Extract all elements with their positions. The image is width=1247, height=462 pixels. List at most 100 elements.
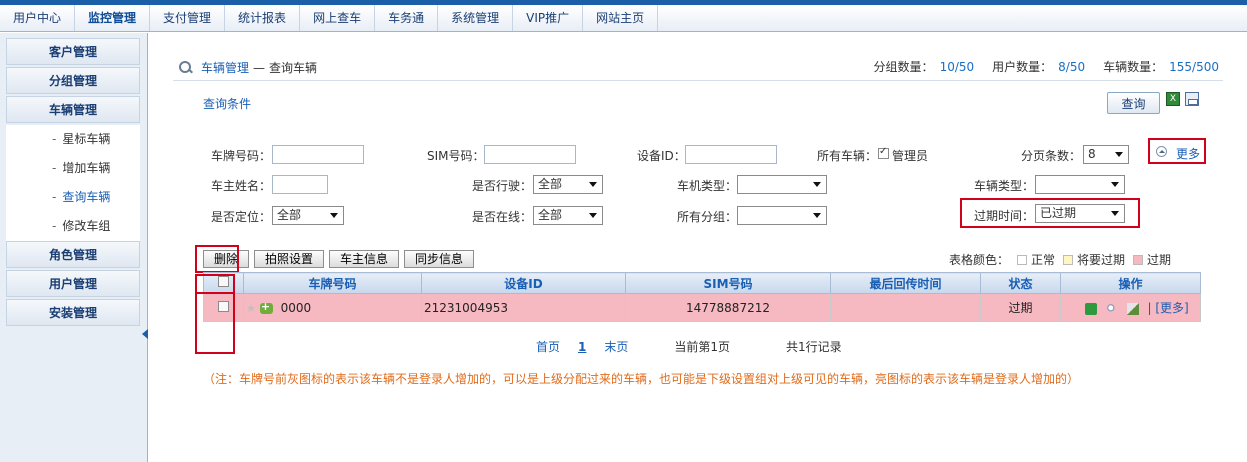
- chevron-down-icon: [813, 213, 821, 218]
- chevron-down-icon: [1111, 182, 1119, 187]
- stat-vehicles: 车辆数量： 155/500: [1103, 58, 1219, 75]
- sim-input[interactable]: [484, 145, 576, 164]
- query-button[interactable]: 查询: [1107, 92, 1160, 114]
- nav-online-check[interactable]: 网上查车: [300, 5, 376, 31]
- page-size-label: 分页条数：: [1021, 149, 1082, 163]
- device-id-input[interactable]: [685, 145, 777, 164]
- located-select[interactable]: 全部: [272, 206, 344, 225]
- vehicle-type-label: 车辆类型：: [974, 179, 1035, 193]
- excel-export-icon[interactable]: X: [1166, 92, 1180, 106]
- col-device-id[interactable]: 设备ID: [421, 272, 626, 294]
- owner-name-input[interactable]: [272, 175, 328, 194]
- last-report-cell: [830, 293, 981, 322]
- current-page-number[interactable]: 1: [578, 340, 586, 354]
- row-color-legend: 表格颜色： 正常 将要过期 过期: [949, 251, 1171, 268]
- vehicle-type-select[interactable]: [1035, 175, 1125, 194]
- sidebar-group-vehicle[interactable]: 车辆管理: [6, 96, 140, 123]
- nav-user-center[interactable]: 用户中心: [0, 5, 76, 31]
- legend-swatch-expired: [1133, 254, 1144, 265]
- device-id-cell: 21231004953: [421, 293, 626, 322]
- sidebar-item-edit-group[interactable]: - 修改车组: [6, 212, 140, 241]
- more-options-link[interactable]: 更多: [1176, 145, 1200, 162]
- nav-payment[interactable]: 支付管理: [150, 5, 226, 31]
- first-page-link[interactable]: 首页: [536, 338, 560, 355]
- vehicle-table: 车牌号码 设备ID SIM号码 最后回传时间 状态 操作 ★ 0000 21: [203, 272, 1201, 322]
- all-groups-select[interactable]: [737, 206, 827, 225]
- sidebar-item-add-vehicle[interactable]: - 增加车辆: [6, 154, 140, 183]
- nav-monitor[interactable]: 监控管理: [75, 5, 151, 31]
- legend-label: 表格颜色：: [949, 253, 1010, 267]
- dash: -: [52, 219, 57, 233]
- collapse-sidebar-icon[interactable]: [142, 329, 148, 339]
- col-sim[interactable]: SIM号码: [625, 272, 831, 294]
- chevron-down-icon: [589, 213, 597, 218]
- last-page-link[interactable]: 末页: [604, 338, 628, 355]
- table-header-row: 车牌号码 设备ID SIM号码 最后回传时间 状态 操作: [203, 272, 1201, 294]
- chevron-down-icon: [1111, 211, 1119, 216]
- nav-reports[interactable]: 统计报表: [225, 5, 301, 31]
- star-icon[interactable]: ★: [246, 302, 256, 315]
- locate-icon[interactable]: [1105, 302, 1118, 315]
- table-row: ★ 0000 21231004953 14778887212 过期 | [更多]: [203, 293, 1201, 322]
- driving-value: 全部: [538, 177, 563, 191]
- driving-label: 是否行驶：: [472, 179, 533, 193]
- total-records: 共1行记录: [786, 340, 842, 354]
- online-select[interactable]: 全部: [533, 206, 603, 225]
- search-icon: [179, 60, 193, 75]
- nav-site-home[interactable]: 网站主页: [583, 5, 659, 31]
- dash: -: [52, 132, 57, 146]
- main-content: 车辆管理 — 查询车辆 分组数量： 10/50 用户数量： 8/50 车辆数量： 15…: [149, 33, 1247, 462]
- sim-label: SIM号码：: [427, 149, 485, 163]
- col-status[interactable]: 状态: [980, 272, 1061, 294]
- breadcrumb-link-vehicle[interactable]: 车辆管理: [201, 59, 249, 76]
- page-size-select[interactable]: 8: [1083, 145, 1129, 164]
- sidebar-group-group[interactable]: 分组管理: [6, 67, 140, 94]
- photo-settings-button[interactable]: 拍照设置: [254, 250, 325, 268]
- sidebar-group-install[interactable]: 安装管理: [6, 299, 140, 326]
- sync-info-button[interactable]: 同步信息: [404, 250, 475, 268]
- sidebar-item-query-vehicle[interactable]: - 查询车辆: [6, 183, 140, 212]
- stat-vehicles-label: 车辆数量：: [1103, 60, 1164, 74]
- sidebar-group-customer[interactable]: 客户管理: [6, 38, 140, 65]
- sidebar-item-label: 星标车辆: [62, 132, 111, 146]
- icon-note: （注：车牌号前灰图标的表示该车辆不是登录人增加的，可以是上级分配过来的车辆，也可…: [203, 372, 1080, 386]
- row-more-link[interactable]: [更多]: [1155, 301, 1188, 315]
- col-last-report[interactable]: 最后回传时间: [830, 272, 981, 294]
- dash: -: [52, 161, 57, 175]
- stat-vehicles-value: 155/500: [1169, 60, 1219, 74]
- col-actions: 操作: [1060, 272, 1201, 294]
- device-id-label: 设备ID：: [637, 149, 686, 163]
- breadcrumb-current: 查询车辆: [269, 61, 318, 75]
- stat-users-label: 用户数量：: [992, 60, 1053, 74]
- device-model-select[interactable]: [737, 175, 827, 194]
- nav-vip[interactable]: VIP推广: [513, 5, 584, 31]
- legend-swatch-expiring: [1063, 254, 1074, 265]
- expire-time-highlight: 过期时间： 已过期: [960, 198, 1140, 228]
- pagination: 首页 1 末页 当前第1页 共1行记录: [536, 338, 842, 355]
- online-value: 全部: [538, 208, 563, 222]
- admin-checkbox[interactable]: [878, 146, 889, 159]
- print-icon[interactable]: [1185, 92, 1199, 106]
- admin-label: 管理员: [892, 149, 929, 163]
- edit-icon[interactable]: [1126, 302, 1139, 315]
- online-label: 是否在线：: [472, 210, 533, 224]
- delete-highlight: [195, 245, 239, 273]
- share-icon[interactable]: [1085, 302, 1097, 315]
- sidebar-group-user[interactable]: 用户管理: [6, 270, 140, 297]
- stat-groups-label: 分组数量：: [873, 60, 934, 74]
- sidebar-group-role[interactable]: 角色管理: [6, 241, 140, 268]
- plate-label: 车牌号码：: [211, 149, 272, 163]
- sidebar-item-star-vehicles[interactable]: - 星标车辆: [6, 125, 140, 154]
- col-plate[interactable]: 车牌号码: [243, 272, 422, 294]
- chevron-down-icon: [813, 182, 821, 187]
- owner-info-button[interactable]: 车主信息: [329, 250, 400, 268]
- expand-up-icon[interactable]: [1156, 146, 1167, 157]
- expire-time-select[interactable]: 已过期: [1035, 204, 1125, 223]
- sidebar: 客户管理 分组管理 车辆管理 - 星标车辆 - 增加车辆 - 查询车辆 - 修改车组 角…: [0, 33, 148, 462]
- plate-input[interactable]: [272, 145, 364, 164]
- nav-system[interactable]: 系统管理: [438, 5, 514, 31]
- nav-car-service[interactable]: 车务通: [375, 5, 439, 31]
- driving-select[interactable]: 全部: [533, 175, 603, 194]
- quota-stats: 分组数量： 10/50 用户数量： 8/50 车辆数量： 155/500: [874, 58, 1219, 75]
- stat-groups: 分组数量： 10/50: [874, 58, 975, 75]
